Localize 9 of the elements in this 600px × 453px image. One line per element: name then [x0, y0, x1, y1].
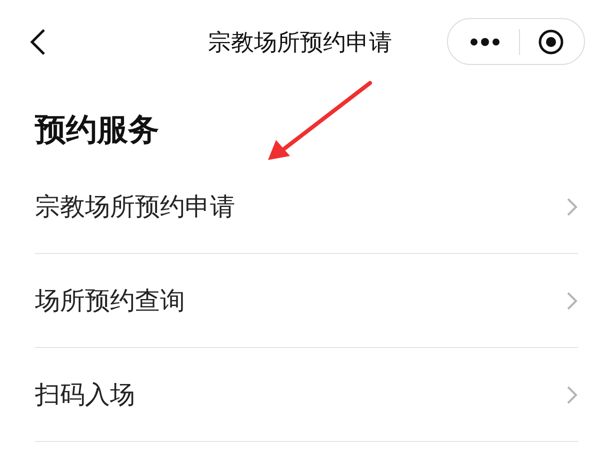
chevron-icon — [566, 196, 578, 216]
chevron-icon — [566, 384, 578, 404]
menu-item[interactable]: 场所预约查询 — [35, 254, 578, 348]
menu-item[interactable]: 扫码入场 — [35, 348, 578, 442]
page-title: 宗教场所预约申请 — [207, 29, 393, 58]
menu-item[interactable]: 宗教场所预约申请 — [35, 160, 578, 254]
section-title: 预约服务 — [35, 111, 160, 150]
more-icon[interactable] — [470, 38, 500, 46]
chevron-icon — [566, 290, 578, 310]
